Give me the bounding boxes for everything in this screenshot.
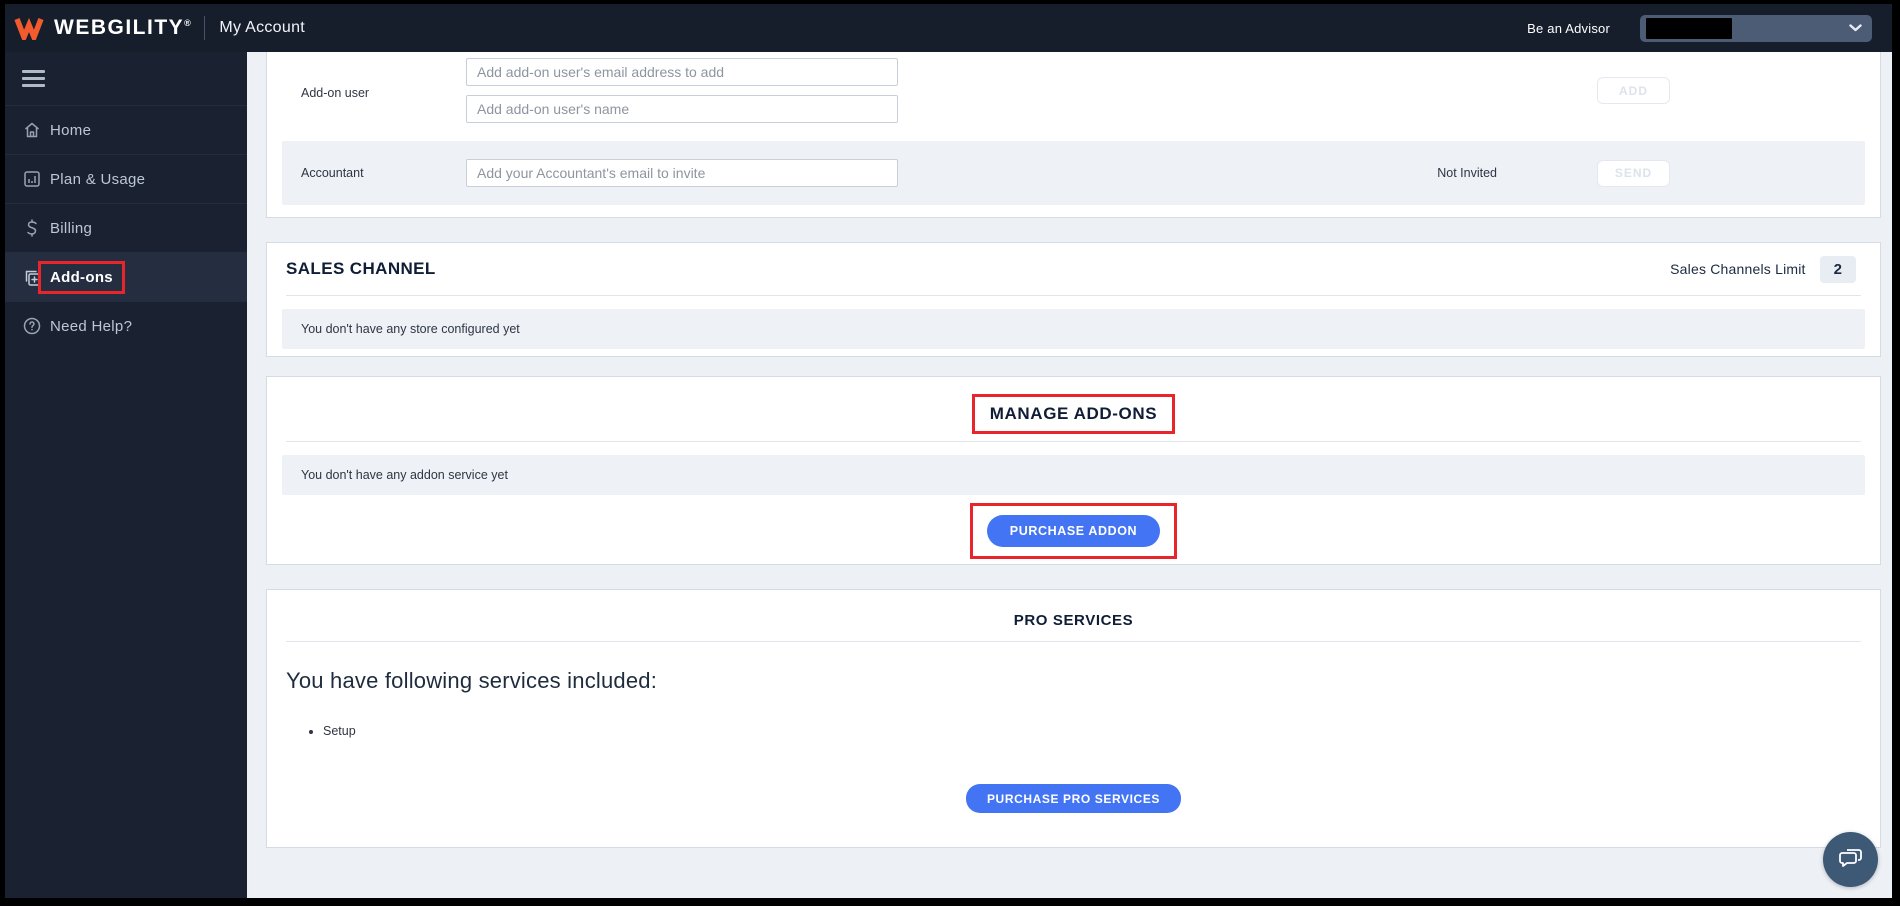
sales-channel-empty-message: You don't have any store configured yet	[282, 309, 1865, 349]
sidebar-item-need-help[interactable]: Need Help?	[5, 301, 247, 350]
sales-channels-limit-label: Sales Channels Limit	[1670, 261, 1806, 277]
app-window: WEBGILITY® My Account Be an Advisor Home…	[5, 4, 1892, 898]
included-services-list: Setup	[323, 724, 1880, 738]
plan-usage-icon	[22, 170, 42, 188]
be-an-advisor-link[interactable]: Be an Advisor	[1527, 21, 1610, 36]
brand-name: WEBGILITY®	[54, 16, 193, 39]
accountant-label: Accountant	[301, 166, 364, 180]
addon-user-row: Add-on user ADD	[267, 58, 1880, 123]
send-button[interactable]: SEND	[1597, 159, 1670, 187]
purchase-pro-services-button[interactable]: PURCHASE PRO SERVICES	[965, 784, 1182, 813]
sidebar-item-label: Need Help?	[50, 317, 133, 335]
sidebar: Home Plan & Usage Billing Add-ons Need H…	[5, 52, 247, 898]
sidebar-item-label: Home	[50, 121, 92, 139]
sales-channel-title: SALES CHANNEL	[286, 259, 436, 278]
account-dropdown[interactable]	[1640, 14, 1872, 42]
webgility-logo-icon	[14, 17, 44, 40]
chat-widget-button[interactable]	[1823, 832, 1878, 887]
pro-services-card: PRO SERVICES You have following services…	[266, 589, 1881, 848]
sidebar-item-billing[interactable]: Billing	[5, 203, 247, 252]
add-button[interactable]: ADD	[1597, 77, 1670, 104]
sidebar-item-home[interactable]: Home	[5, 105, 247, 154]
accountant-row: Accountant Not Invited SEND	[282, 141, 1865, 205]
sidebar-item-label: Plan & Usage	[50, 170, 146, 188]
accountant-status: Not Invited	[1437, 166, 1497, 180]
registered-mark: ®	[184, 18, 193, 28]
manage-addons-card: MANAGE ADD-ONS You don't have any addon …	[266, 376, 1881, 565]
divider	[286, 295, 1861, 296]
accountant-email-input[interactable]	[466, 159, 898, 187]
sidebar-item-label: Add-ons	[50, 268, 113, 286]
billing-icon	[22, 219, 42, 237]
addon-user-name-input[interactable]	[466, 95, 898, 123]
sidebar-item-plan-usage[interactable]: Plan & Usage	[5, 154, 247, 203]
hamburger-icon	[22, 70, 45, 87]
annotation-red-box: Add-ons	[38, 260, 125, 294]
manage-addons-empty-message: You don't have any addon service yet	[282, 455, 1865, 495]
page-title: My Account	[219, 19, 306, 36]
sales-channels-limit-badge: 2	[1819, 255, 1856, 283]
list-item: Setup	[323, 724, 1880, 738]
addon-user-label: Add-on user	[301, 86, 370, 100]
included-services-heading: You have following services included:	[286, 668, 658, 693]
annotation-red-box: PURCHASE ADDON	[969, 503, 1178, 559]
annotation-red-box: MANAGE ADD-ONS	[971, 394, 1176, 434]
chat-bubbles-icon	[1838, 845, 1864, 874]
help-icon	[22, 317, 42, 335]
divider	[286, 441, 1861, 442]
users-card: Add-on user ADD Accountant	[266, 52, 1881, 218]
header-divider	[204, 16, 206, 40]
pro-services-title: PRO SERVICES	[1013, 612, 1134, 629]
main-content: Add-on user ADD Accountant	[247, 52, 1892, 898]
sidebar-item-label: Billing	[50, 219, 93, 237]
home-icon	[22, 121, 42, 139]
brand: WEBGILITY®	[14, 16, 192, 40]
screenshot-frame: WEBGILITY® My Account Be an Advisor Home…	[0, 0, 1900, 906]
manage-addons-title: MANAGE ADD-ONS	[989, 404, 1158, 423]
account-name-redacted	[1646, 17, 1732, 39]
purchase-addon-button[interactable]: PURCHASE ADDON	[986, 515, 1161, 547]
sales-channel-card: SALES CHANNEL Sales Channels Limit 2 You…	[266, 242, 1881, 357]
chevron-down-icon	[1849, 24, 1862, 32]
addon-user-email-input[interactable]	[466, 58, 898, 86]
hamburger-menu-button[interactable]	[5, 52, 247, 105]
sidebar-item-add-ons[interactable]: Add-ons	[5, 252, 247, 301]
top-bar: WEBGILITY® My Account Be an Advisor	[5, 4, 1892, 52]
